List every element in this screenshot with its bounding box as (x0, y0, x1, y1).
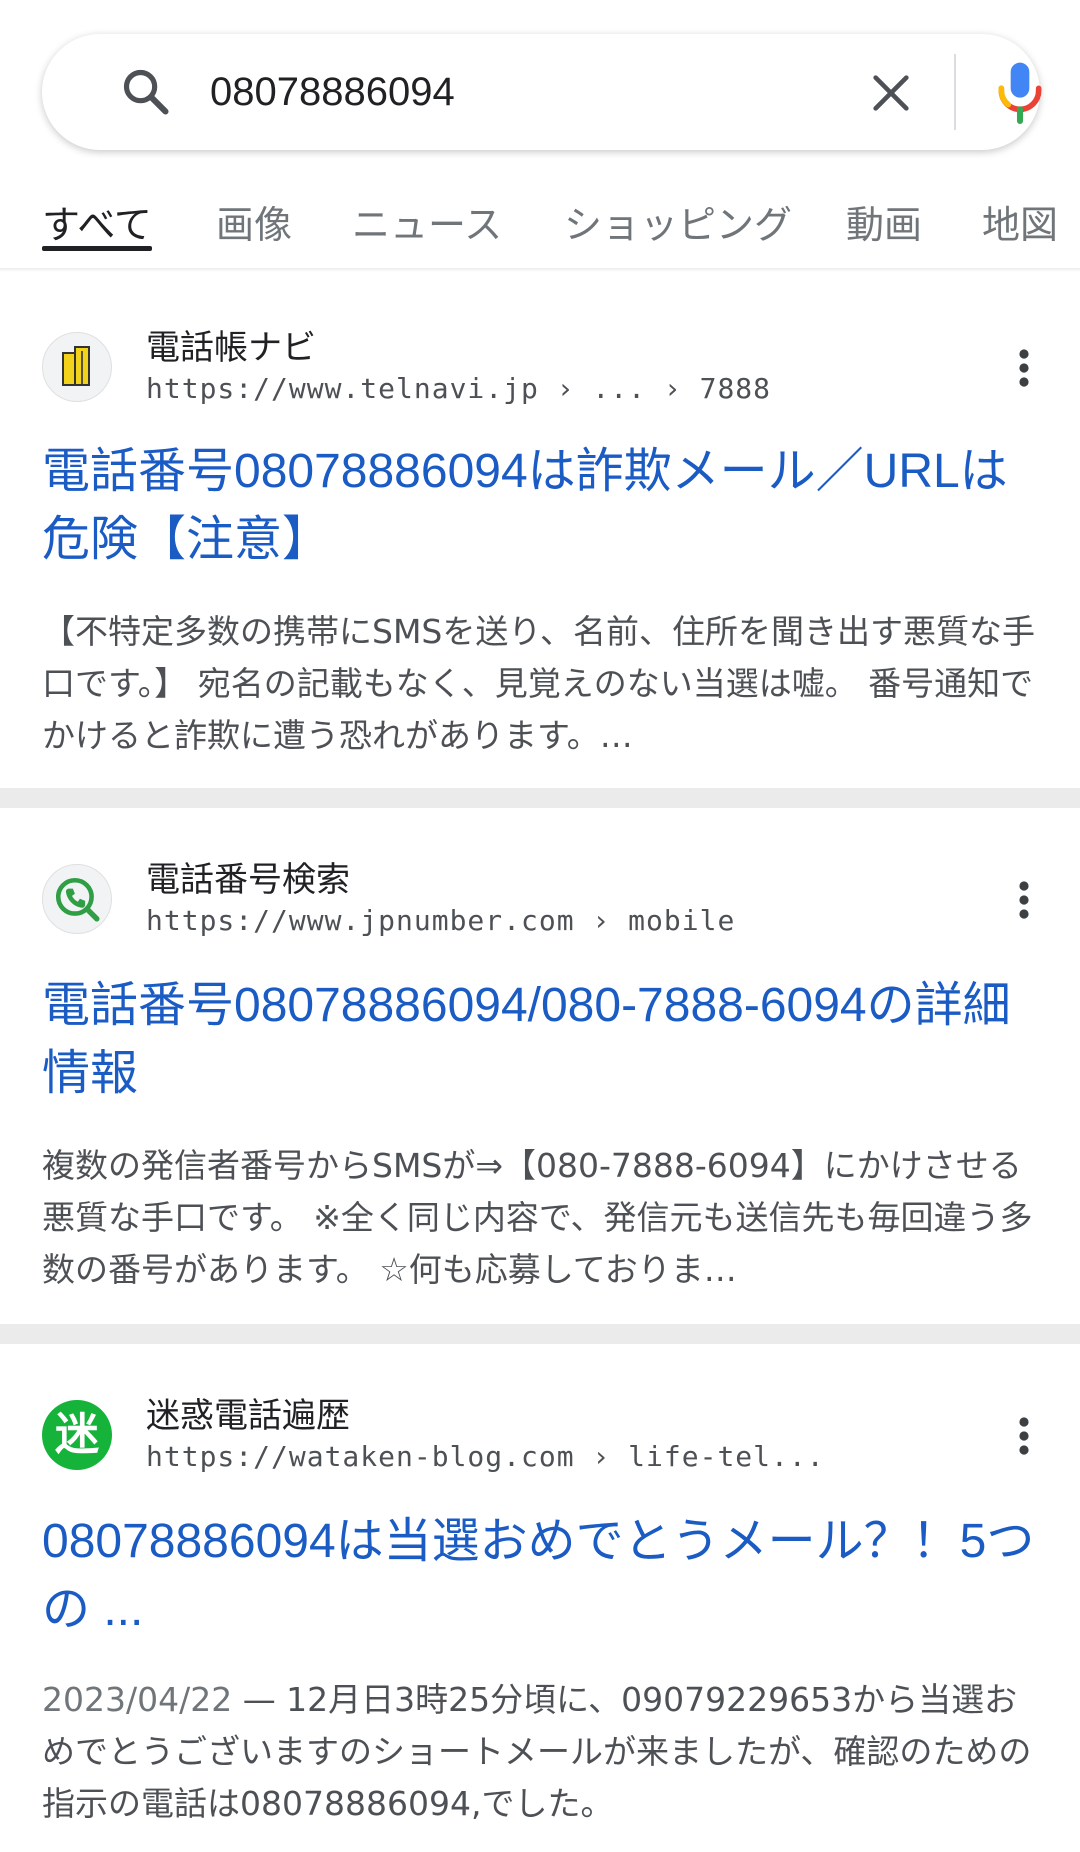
phone-search-icon (55, 877, 100, 922)
search-result: 電話帳ナビ https://www.telnavi.jp › ... › 788… (0, 272, 1080, 788)
search-result: 電話番号検索 https://www.jpnumber.com › mobile… (0, 808, 1080, 1324)
result-title-link[interactable]: 電話番号08078886094は詐欺メール／URLは危険【注意】 (42, 438, 1042, 574)
search-divider (954, 54, 956, 130)
building-icon (62, 346, 90, 386)
telnavi-favicon (42, 332, 112, 402)
site-url[interactable]: https://www.telnavi.jp › ... › 7888 (146, 372, 771, 405)
site-name[interactable]: 電話番号検索 (146, 852, 350, 901)
tab-maps[interactable]: 地図 (982, 194, 1058, 249)
result-title-link[interactable]: 電話番号08078886094/080-7888-6094の詳細情報 (42, 972, 1042, 1108)
wataken-favicon: 迷 (42, 1400, 112, 1470)
jpnumber-favicon (42, 864, 112, 934)
search-result: 迷 迷惑電話遍歴 https://wataken-blog.com › life… (0, 1344, 1080, 1852)
tab-videos[interactable]: 動画 (846, 194, 922, 249)
search-tabs: すべて 画像 ニュース ショッピング 動画 地図 (0, 180, 1080, 270)
result-snippet: 2023/04/22 — 12月日3時25分頃に、09079229653から当選… (42, 1674, 1042, 1830)
active-tab-indicator (42, 246, 152, 251)
search-input[interactable]: 08078886094 (210, 34, 455, 150)
site-name[interactable]: 迷惑電話遍歴 (146, 1388, 350, 1437)
mic-icon[interactable] (992, 60, 1048, 126)
site-name[interactable]: 電話帳ナビ (146, 320, 316, 369)
result-snippet: 複数の発信者番号からSMSが⇒【080-7888-6094】にかけさせる悪質な手… (42, 1146, 1033, 1289)
more-options-icon[interactable] (1012, 348, 1036, 388)
result-title-link[interactable]: 08078886094は当選おめでとうメール？！5つの ... (42, 1508, 1042, 1644)
tab-news[interactable]: ニュース (352, 194, 502, 249)
result-separator (0, 788, 1080, 808)
top-bar: 08078886094 すべて 画像 ニュース ショッピング 動画 地図 (0, 0, 1080, 272)
more-options-icon[interactable] (1012, 880, 1036, 920)
tab-images[interactable]: 画像 (216, 194, 292, 249)
favicon-logo-glyph: 迷 (55, 1409, 99, 1460)
tab-all[interactable]: すべて (42, 194, 152, 249)
site-url[interactable]: https://wataken-blog.com › life-tel... (146, 1440, 825, 1473)
clear-icon[interactable] (868, 70, 914, 116)
result-snippet: 【不特定多数の携帯にSMSを送り、名前、住所を聞き出す悪質な手口です。】 宛名の… (42, 612, 1036, 755)
more-options-icon[interactable] (1012, 1416, 1036, 1456)
search-box[interactable]: 08078886094 (42, 34, 1042, 150)
site-url[interactable]: https://www.jpnumber.com › mobile (146, 904, 735, 937)
result-date: 2023/04/22 (42, 1680, 233, 1719)
search-icon[interactable] (120, 66, 172, 118)
tab-shopping[interactable]: ショッピング (564, 194, 792, 249)
result-separator (0, 1324, 1080, 1344)
